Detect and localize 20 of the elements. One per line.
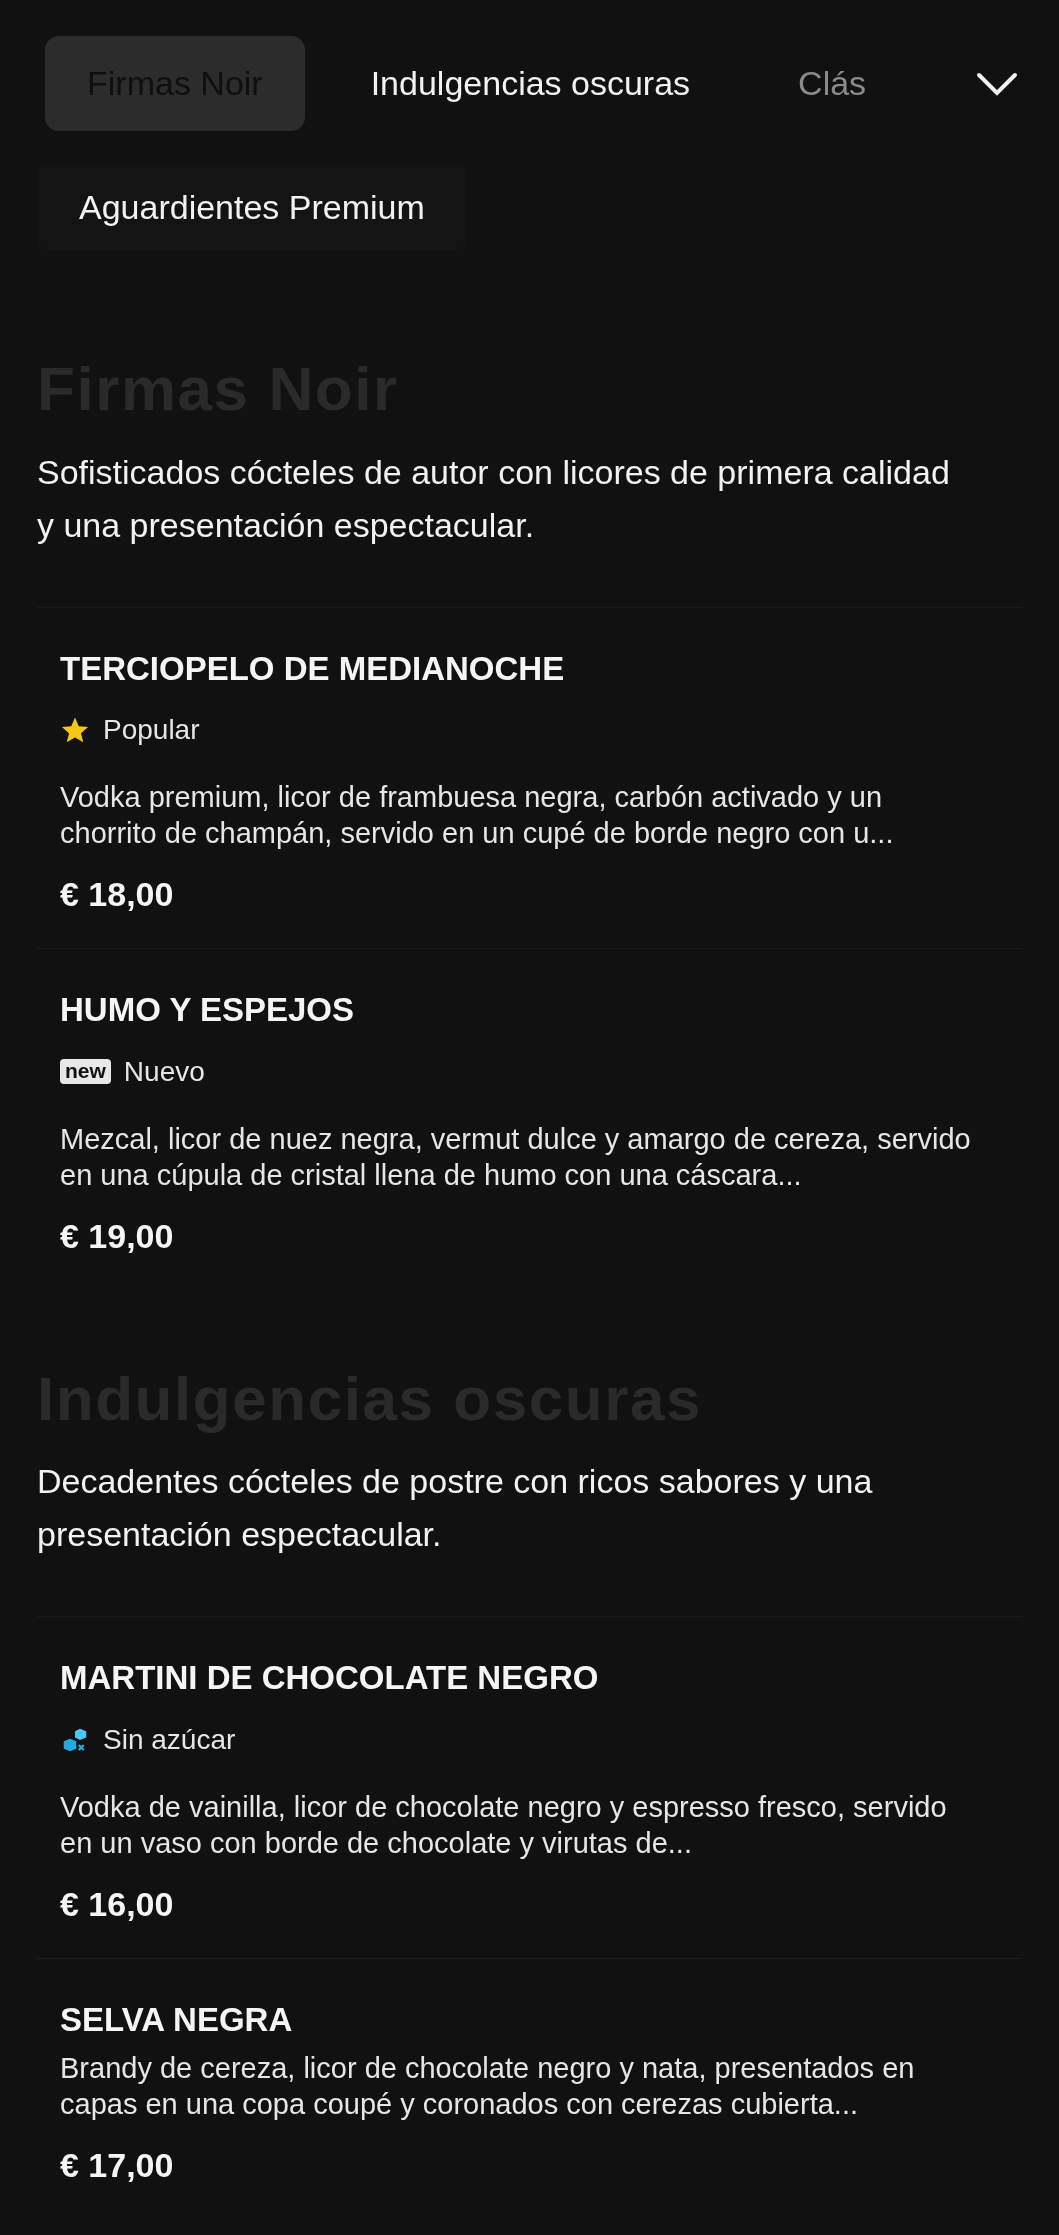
category-tab[interactable]: Indulgencias oscuras bbox=[328, 36, 733, 131]
section-description: Decadentes cócteles de postre con ricos sabores y una presentación espectacular. bbox=[36, 1461, 874, 1555]
tag-label: Sin azúcar bbox=[103, 1722, 236, 1757]
item-name: TERCIOPELO DE MEDIANOCHE bbox=[60, 648, 566, 689]
category-tab[interactable]: Clás bbox=[756, 36, 909, 131]
item-name: MARTINI DE CHOCOLATE NEGRO bbox=[60, 1658, 600, 1698]
tag-label: Popular bbox=[103, 713, 200, 747]
item-price: € 19,00 bbox=[60, 1215, 175, 1257]
item-description: Mezcal, licor de nuez negra, vermut dulce y amargo de cereza, servido en una cúpula de cristal llena de humo con una cáscara... bbox=[60, 1121, 972, 1193]
item-name: HUMO Y ESPEJOS bbox=[60, 990, 356, 1030]
item-price: € 16,00 bbox=[60, 1883, 175, 1925]
item-description: Brandy de cereza, licor de chocolate negro y nata, presentados en capas en una copa coupé y coronados con cerezas cubierta... bbox=[60, 2051, 916, 2122]
tag-label: Nuevo bbox=[123, 1054, 205, 1089]
item-price: € 17,00 bbox=[60, 2145, 175, 2186]
section-description: Sofisticados cócteles de autor con licores de primera calidad y una presentación espectacular. bbox=[36, 451, 951, 546]
new-badge: new bbox=[60, 1059, 111, 1084]
item-description: Vodka premium, licor de frambuesa negra, carbón activado y un chorrito de champán, servido en un cupé de borde negro con u... bbox=[60, 780, 895, 851]
item-price: € 18,00 bbox=[60, 874, 175, 915]
item-description: Vodka de vainilla, licor de chocolate negro y espresso fresco, servido en un vaso con borde de chocolate y virutas de... bbox=[60, 1789, 948, 1861]
item-name: SELVA NEGRA bbox=[60, 1999, 294, 2040]
